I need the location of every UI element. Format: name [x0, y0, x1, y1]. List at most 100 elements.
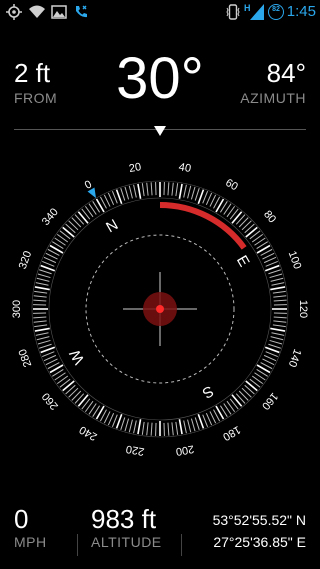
dial-tick	[265, 351, 278, 358]
dial-tick	[269, 273, 283, 279]
dial-tick	[45, 252, 58, 260]
dial-tick	[197, 189, 205, 205]
degree-label: 340	[40, 206, 61, 228]
dial-tick	[43, 256, 57, 264]
degree-label: 120	[297, 300, 309, 318]
dial-tick	[245, 380, 258, 392]
dial-tick	[270, 286, 286, 291]
dial-tick	[178, 183, 183, 199]
dial-tick	[35, 282, 49, 286]
dial-tick	[265, 260, 278, 267]
dial-tick	[33, 299, 47, 302]
dial-tick	[273, 316, 287, 319]
dial-tick	[103, 194, 111, 207]
footer-separator-1	[77, 534, 78, 556]
dial-tick	[39, 343, 52, 349]
degree-label: 280	[17, 347, 35, 368]
degree-label: 240	[78, 423, 100, 443]
dial-tick	[37, 273, 51, 279]
degree-label: 160	[259, 390, 280, 412]
dial-tick	[146, 422, 149, 436]
dial-tick	[194, 417, 200, 430]
dial-tick	[245, 226, 258, 238]
dial-tick	[183, 184, 187, 198]
cardinal-label-w: W	[66, 346, 88, 367]
dial-tick	[175, 183, 179, 197]
dial-tick	[141, 183, 145, 197]
degree-label: 220	[125, 442, 145, 457]
dial-tick	[270, 327, 286, 332]
dial-tick	[33, 320, 47, 323]
degree-label: 80	[261, 208, 278, 225]
dial-tick	[273, 320, 287, 323]
degree-label: 320	[17, 249, 35, 270]
dial-tick	[271, 332, 285, 336]
dial-tick	[190, 418, 196, 432]
dial-tick	[272, 290, 286, 294]
degree-label: 60	[223, 177, 240, 194]
dial-tick	[231, 394, 243, 407]
dial-tick	[35, 332, 49, 336]
dial-tick	[202, 191, 209, 204]
degree-label: 200	[175, 442, 195, 457]
degree-label: 300	[11, 300, 23, 318]
dial-tick	[40, 264, 56, 272]
dial-tick	[43, 354, 57, 362]
dial-tick	[270, 336, 284, 341]
dial-tick	[273, 295, 287, 298]
dial-tick	[133, 184, 137, 198]
dial-tick	[272, 324, 286, 328]
dial-tick	[190, 186, 196, 200]
dial-tick	[175, 421, 179, 435]
dial-tick	[103, 411, 111, 424]
bubble-dot	[156, 305, 164, 313]
dial-tick	[111, 191, 118, 204]
azimuth-arc	[159, 202, 247, 250]
speed-label: MPH	[14, 534, 47, 550]
compass-dial[interactable]: 0 20 40 60 80 100 120 140 160 180 200 220 240 260 280 3…	[0, 0, 320, 569]
dial-tick	[150, 182, 153, 196]
dial-tick	[271, 282, 285, 286]
dial-tick	[33, 295, 47, 298]
dial-tick	[178, 419, 183, 435]
degree-label: 100	[286, 249, 304, 270]
dial-tick	[205, 412, 213, 426]
degree-label: 40	[178, 161, 192, 175]
dial-tick	[263, 256, 277, 264]
dial-tick	[128, 419, 133, 433]
dial-tick	[270, 277, 284, 282]
degree-label: 20	[128, 161, 142, 175]
degree-label: 260	[40, 390, 61, 412]
dial-tick	[34, 286, 50, 291]
dial-tick	[231, 211, 243, 224]
speed-value: 0	[14, 504, 29, 534]
dial-tick	[146, 182, 149, 196]
dial-tick	[37, 339, 51, 345]
latitude-value: 53°52'55.52" N	[212, 512, 306, 528]
degree-label: 180	[221, 423, 243, 443]
dial-tick	[137, 419, 142, 435]
dial-tick	[62, 226, 75, 238]
dial-tick	[107, 412, 115, 426]
dial-tick	[264, 264, 280, 272]
dial-tick	[205, 192, 213, 206]
dial-tick	[34, 327, 50, 332]
dial-tick	[141, 421, 145, 435]
cardinal-label-e: E	[233, 253, 253, 270]
dial-tick	[262, 252, 275, 260]
dial-tick	[42, 260, 55, 267]
dial-tick	[115, 189, 123, 205]
dial-tick	[269, 339, 283, 345]
dial-tick	[197, 413, 205, 429]
dial-tick	[171, 182, 174, 196]
dial-tick	[36, 336, 50, 341]
dial-tick	[34, 290, 48, 294]
altitude-value: 983 ft	[91, 504, 157, 534]
altitude-label: ALTITUDE	[91, 534, 162, 550]
dial-tick	[115, 413, 123, 429]
dial-tick	[263, 354, 277, 362]
dial-tick	[171, 422, 174, 436]
dial-tick	[120, 417, 126, 430]
footer-separator-2	[181, 534, 182, 556]
dial-tick	[107, 192, 115, 206]
